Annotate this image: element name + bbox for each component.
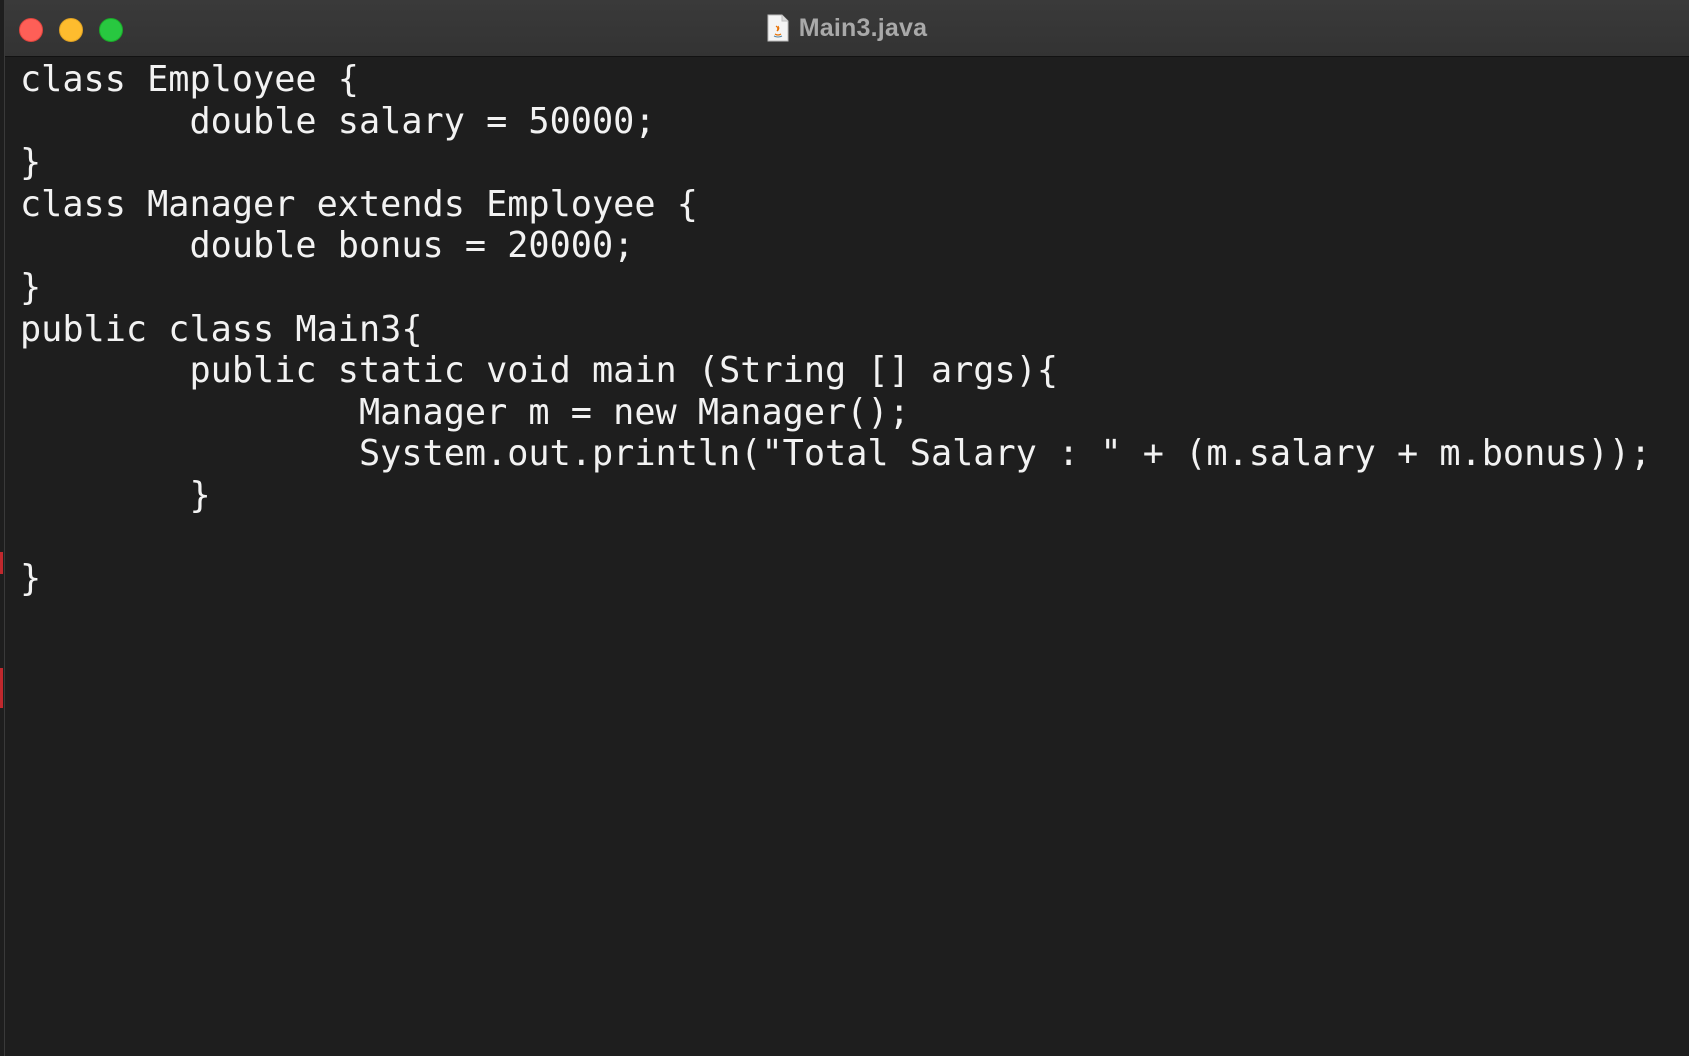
code-line[interactable]: class Manager extends Employee { [20, 184, 1651, 226]
code-line[interactable]: } [20, 475, 1651, 517]
editor-window: Main3.java class Employee { double salar… [4, 0, 1689, 1056]
code-line[interactable]: } [20, 142, 1651, 184]
code-line[interactable]: } [20, 558, 1651, 600]
code-line[interactable] [20, 517, 1651, 559]
code-line[interactable]: public static void main (String [] args)… [20, 350, 1651, 392]
code-line[interactable]: double bonus = 20000; [20, 225, 1651, 267]
code-line[interactable]: public class Main3{ [20, 309, 1651, 351]
code-line[interactable]: } [20, 267, 1651, 309]
code-line[interactable]: System.out.println("Total Salary : " + (… [20, 433, 1651, 475]
window-title-group: Main3.java [5, 0, 1689, 57]
desktop-edge-mark [0, 668, 3, 708]
code-content[interactable]: class Employee { double salary = 50000;}… [20, 59, 1651, 600]
java-file-icon[interactable] [767, 14, 789, 42]
code-line[interactable]: double salary = 50000; [20, 101, 1651, 143]
title-bar[interactable]: Main3.java [5, 0, 1689, 57]
window-title: Main3.java [798, 14, 928, 42]
code-line[interactable]: class Employee { [20, 59, 1651, 101]
code-line[interactable]: Manager m = new Manager(); [20, 392, 1651, 434]
desktop-edge-mark [0, 552, 3, 574]
code-editor[interactable]: class Employee { double salary = 50000;}… [5, 57, 1689, 1056]
